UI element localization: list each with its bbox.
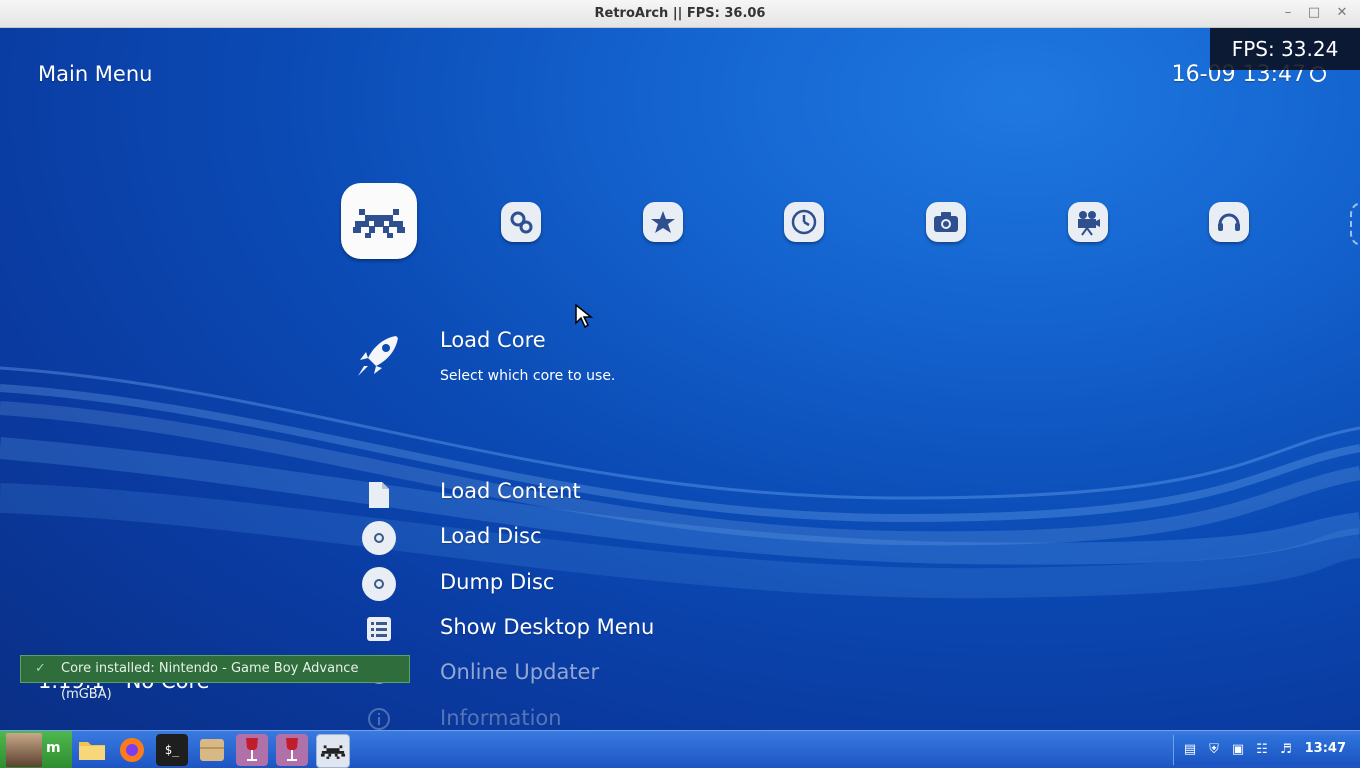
menu-item-load-content[interactable]: Load Content — [440, 479, 581, 503]
fps-overlay: FPS: 33.24 — [1210, 28, 1360, 70]
menu-item-load-disc[interactable]: Load Disc — [440, 524, 542, 548]
camera-icon — [934, 212, 958, 232]
menu-item-dump-disc[interactable]: Dump Disc — [440, 570, 554, 594]
mouse-cursor-icon — [575, 303, 594, 329]
wine-glass-icon — [286, 738, 298, 761]
tab-settings[interactable] — [501, 202, 541, 242]
menu-item-sublabel: Select which core to use. — [440, 368, 616, 384]
check-icon: ✓ — [35, 661, 46, 676]
tab-history[interactable] — [784, 202, 824, 242]
user-avatar — [6, 733, 42, 767]
tab-more[interactable] — [1350, 202, 1360, 246]
settings-icon — [510, 211, 533, 234]
maximize-icon[interactable]: □ — [1306, 5, 1322, 21]
retroarch-invader-icon — [320, 745, 346, 759]
taskbar: m $_ ▤ ⛨ ▣ ☷ ♬ 13:47 — [0, 730, 1360, 768]
minimize-icon[interactable]: – — [1280, 5, 1296, 21]
firefox-icon — [120, 738, 144, 762]
terminal-icon: $_ — [164, 743, 180, 757]
list-icon — [367, 617, 391, 641]
taskbar-firefox[interactable] — [116, 734, 148, 766]
background-waves — [0, 366, 1360, 599]
system-tray: ▤ ⛨ ▣ ☷ ♬ 13:47 — [1173, 735, 1360, 765]
menu-item-show-desktop-menu[interactable]: Show Desktop Menu — [440, 615, 654, 639]
tab-favorites[interactable] — [643, 202, 683, 242]
archive-icon — [200, 739, 224, 761]
info-icon — [368, 708, 390, 730]
taskbar-file-manager[interactable] — [76, 734, 108, 766]
wine-glass-icon — [246, 738, 258, 761]
menu-item-load-core[interactable]: Load Core — [440, 328, 546, 352]
start-menu-button[interactable]: m — [0, 731, 72, 768]
screen: RetroArch || FPS: 36.06 – □ ✕ Main Menu … — [0, 0, 1360, 768]
star-icon — [651, 211, 675, 233]
menu-title: Main Menu — [38, 62, 153, 86]
taskbar-wine-app-1[interactable] — [236, 734, 268, 766]
tab-videos[interactable] — [1068, 202, 1108, 242]
menu-item-information[interactable]: Information — [440, 706, 562, 730]
taskbar-archive[interactable] — [196, 734, 228, 766]
video-camera-icon — [1078, 211, 1100, 236]
file-icon — [369, 482, 389, 508]
clock-icon — [791, 209, 817, 235]
disc-icon — [362, 521, 396, 555]
rocket-icon — [358, 336, 398, 376]
folder-icon — [79, 742, 105, 760]
taskbar-terminal[interactable]: $_ — [156, 734, 188, 766]
retroarch-invader-icon — [353, 209, 405, 238]
tab-netplay[interactable] — [1209, 202, 1249, 242]
retroarch-viewport[interactable]: Main Menu 16-09 13:47 FPS: 33.24 Load Co… — [0, 28, 1360, 730]
network-icon[interactable]: ☷ — [1254, 742, 1270, 758]
disc-icon — [362, 567, 396, 601]
window-title: RetroArch || FPS: 36.06 — [594, 6, 766, 21]
update-icon[interactable]: ▣ — [1230, 742, 1246, 758]
headset-icon — [1218, 213, 1240, 231]
start-label: m — [46, 740, 61, 756]
menu-item-online-updater[interactable]: Online Updater — [440, 660, 599, 684]
tray-clock[interactable]: 13:47 — [1305, 741, 1346, 756]
shield-icon[interactable]: ⛨ — [1206, 742, 1222, 758]
notification-text: Core installed: Nintendo - Game Boy Adva… — [61, 661, 359, 702]
tab-images[interactable] — [926, 202, 966, 242]
close-icon[interactable]: ✕ — [1334, 5, 1350, 21]
taskbar-wine-app-2[interactable] — [276, 734, 308, 766]
notification-toast: ✓ Core installed: Nintendo - Game Boy Ad… — [20, 655, 410, 702]
clipboard-icon[interactable]: ▤ — [1182, 742, 1198, 758]
window-titlebar[interactable]: RetroArch || FPS: 36.06 – □ ✕ — [0, 0, 1360, 28]
volume-icon[interactable]: ♬ — [1278, 742, 1294, 758]
taskbar-retroarch[interactable] — [316, 734, 350, 768]
tab-main-menu[interactable] — [341, 183, 417, 259]
